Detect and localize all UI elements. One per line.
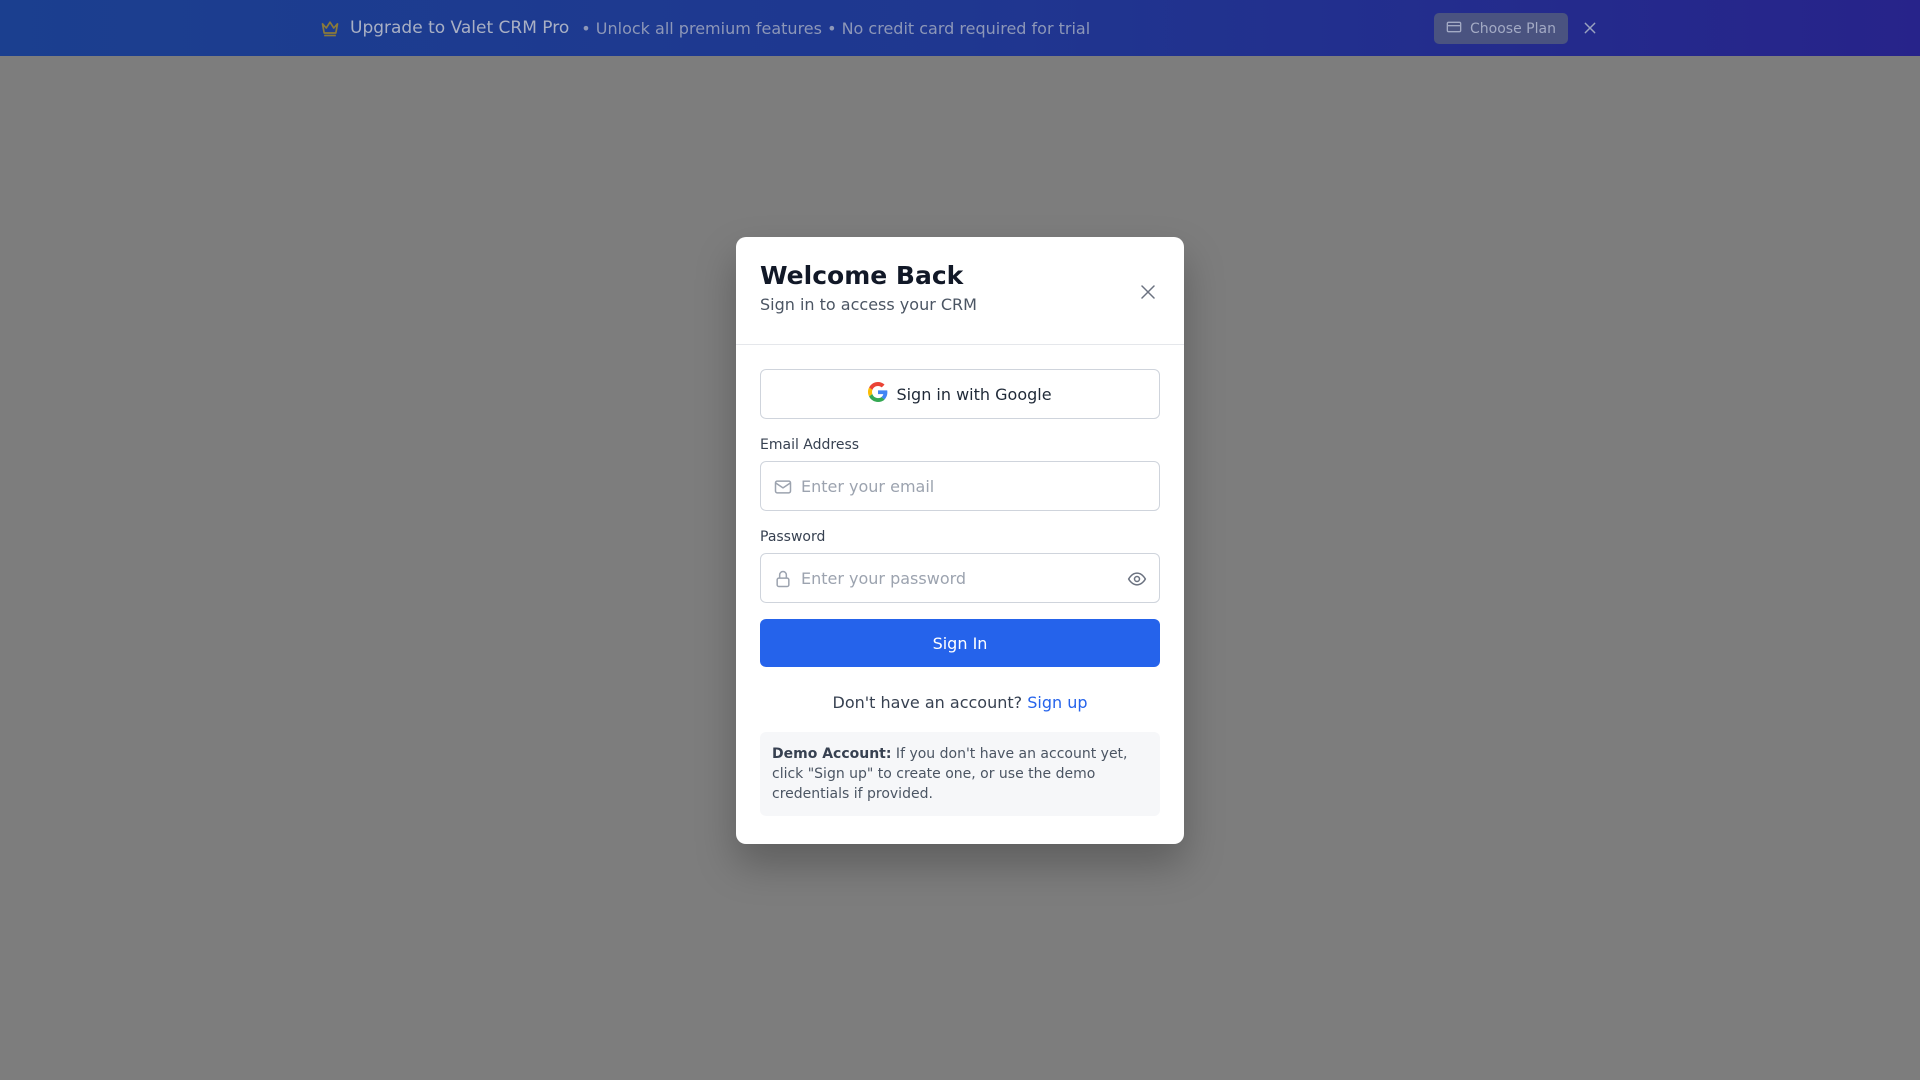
demo-note-title: Demo Account: <box>772 746 892 762</box>
modal-header: Welcome Back Sign in to access your CRM <box>736 237 1184 345</box>
password-input[interactable] <box>761 554 1159 602</box>
google-signin-label: Sign in with Google <box>896 384 1052 404</box>
modal-subtitle: Sign in to access your CRM <box>760 295 977 314</box>
email-input-wrapper <box>760 461 1160 511</box>
email-label: Email Address <box>760 437 860 453</box>
mail-icon <box>773 477 793 497</box>
demo-account-note: Demo Account: If you don't have an accou… <box>760 732 1160 816</box>
password-label: Password <box>760 529 826 545</box>
modal-body: Sign in with Google Email Address Passwo… <box>736 345 1184 816</box>
signup-link[interactable]: Sign up <box>1027 693 1087 712</box>
email-input[interactable] <box>761 462 1159 510</box>
signup-row: Don't have an account? Sign up <box>760 693 1160 712</box>
signin-modal: Welcome Back Sign in to access your CRM … <box>736 237 1184 844</box>
google-signin-button[interactable]: Sign in with Google <box>760 369 1160 419</box>
close-icon[interactable] <box>1136 280 1160 304</box>
google-icon <box>868 382 888 406</box>
lock-icon <box>773 569 793 589</box>
signin-button[interactable]: Sign In <box>760 619 1160 667</box>
signup-prompt: Don't have an account? <box>832 693 1023 712</box>
password-input-wrapper <box>760 553 1160 603</box>
modal-title: Welcome Back <box>760 261 964 290</box>
eye-icon[interactable] <box>1127 569 1147 589</box>
